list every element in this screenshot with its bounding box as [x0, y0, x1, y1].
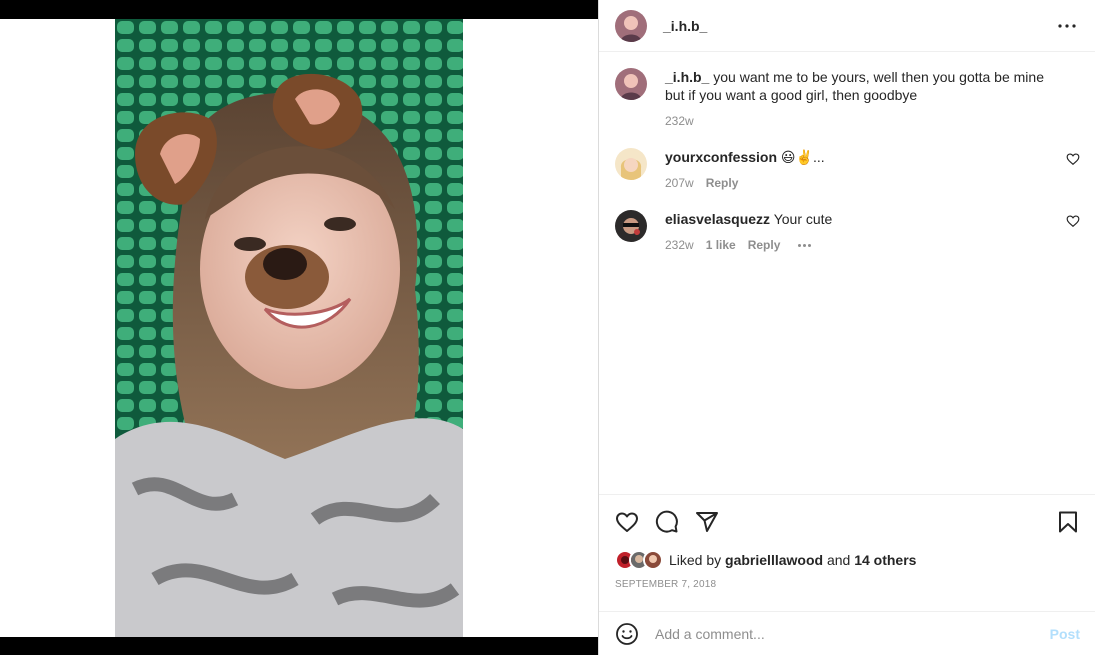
caption-age[interactable]: 232w: [665, 112, 694, 130]
paper-plane-icon[interactable]: [695, 510, 719, 534]
post-media: [0, 0, 598, 655]
comment-like-heart-icon[interactable]: [1066, 214, 1080, 228]
likes-prefix: Liked by: [669, 552, 722, 568]
comment-item: yourxconfession 😃✌️... 207w Reply: [615, 148, 1080, 192]
comment-avatar[interactable]: [615, 210, 647, 242]
bookmark-icon[interactable]: [1056, 510, 1080, 534]
reply-button[interactable]: Reply: [748, 236, 781, 254]
add-comment-bar: Post: [599, 611, 1095, 655]
comment-username[interactable]: yourxconfession: [665, 149, 777, 165]
comments-list: _i.h.b_ you want me to be yours, well th…: [599, 52, 1095, 494]
letterbox-bottom: [0, 637, 598, 655]
caption: _i.h.b_ you want me to be yours, well th…: [615, 68, 1080, 130]
comment-age[interactable]: 207w: [665, 174, 694, 192]
post-side-panel: _i.h.b_ _i.h.b_ you want me to be yours,…: [598, 0, 1095, 655]
letterbox-top: [0, 0, 598, 19]
action-icons: [615, 495, 1080, 549]
more-options-icon[interactable]: [1055, 14, 1079, 38]
liked-by-user[interactable]: gabrielllawood: [725, 552, 823, 568]
reply-button[interactable]: Reply: [706, 174, 739, 192]
photo-illustration: [115, 19, 463, 637]
post-comment-button[interactable]: Post: [1050, 626, 1080, 642]
comment-username[interactable]: eliasvelasquezz: [665, 211, 770, 227]
comment-like-heart-icon[interactable]: [1066, 152, 1080, 166]
comment-more-icon[interactable]: [798, 243, 812, 247]
comment-likes-count[interactable]: 1 like: [706, 236, 736, 254]
comment-input[interactable]: [655, 625, 1050, 642]
liker-avatars[interactable]: [615, 550, 663, 570]
comment-item: eliasvelasquezz Your cute 232w 1 like Re…: [615, 210, 1080, 254]
author-username[interactable]: _i.h.b_: [663, 18, 707, 34]
comment-text: 😃✌️...: [780, 149, 825, 165]
post-actions: Liked by gabrielllawood and 14 others SE…: [599, 494, 1095, 590]
comment-text: Your cute: [773, 211, 833, 227]
caption-username[interactable]: _i.h.b_: [665, 69, 709, 85]
comment-age[interactable]: 232w: [665, 236, 694, 254]
caption-text: you want me to be yours, well then you g…: [665, 69, 1044, 103]
emoji-icon[interactable]: [615, 622, 639, 646]
author-avatar[interactable]: [615, 9, 647, 42]
heart-icon[interactable]: [615, 510, 639, 534]
likes-others-link[interactable]: 14 others: [854, 552, 916, 568]
likes-joiner: and: [826, 552, 851, 568]
post-date[interactable]: SEPTEMBER 7, 2018: [615, 579, 1080, 590]
post-photo[interactable]: [115, 19, 463, 637]
caption-avatar[interactable]: [615, 68, 647, 100]
comment-icon[interactable]: [655, 510, 679, 534]
post-header: _i.h.b_: [599, 0, 1095, 52]
comment-avatar[interactable]: [615, 148, 647, 180]
likes-summary: Liked by gabrielllawood and 14 others: [615, 549, 1080, 571]
